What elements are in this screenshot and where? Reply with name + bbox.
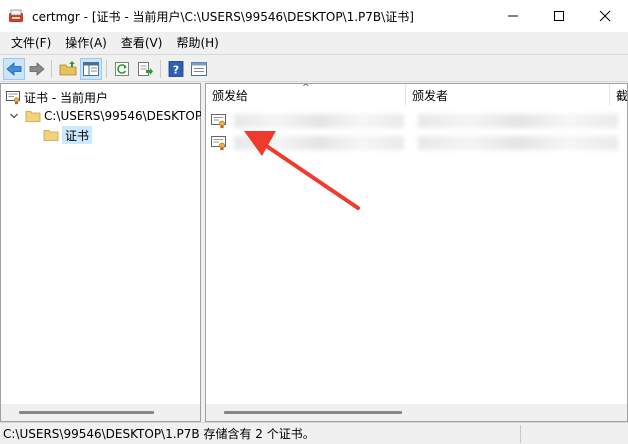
column-header-label: 颁发给 bbox=[212, 88, 249, 103]
properties-icon bbox=[191, 62, 207, 76]
certificate-row[interactable] bbox=[208, 111, 627, 131]
tree-root-item[interactable]: 证书 - 当前用户 bbox=[5, 88, 199, 106]
column-header-label: 截 bbox=[616, 88, 628, 103]
redacted-issued-to bbox=[234, 136, 404, 150]
certificate-row[interactable] bbox=[208, 133, 627, 153]
tree-horizontal-scrollbar[interactable] bbox=[1, 404, 200, 421]
forward-button[interactable] bbox=[26, 58, 48, 80]
certmgr-app-icon[interactable] bbox=[8, 8, 24, 24]
close-button[interactable] bbox=[582, 0, 628, 32]
back-arrow-icon bbox=[6, 62, 22, 76]
redacted-issuer bbox=[418, 114, 618, 128]
certificate-list-pane[interactable]: 颁发给 ^ 颁发者 截 bbox=[205, 83, 628, 422]
title-bar: certmgr - [证书 - 当前用户\C:\USERS\99546\DESK… bbox=[0, 0, 628, 32]
minimize-icon bbox=[508, 15, 518, 17]
forward-arrow-icon bbox=[29, 62, 45, 76]
scrollbar-thumb[interactable] bbox=[224, 411, 402, 414]
close-icon bbox=[599, 10, 611, 22]
menu-view[interactable]: 查看(V) bbox=[114, 32, 170, 54]
redacted-issued-to bbox=[234, 114, 404, 128]
column-header-label: 颁发者 bbox=[412, 88, 449, 103]
export-list-icon bbox=[138, 62, 153, 76]
properties-button[interactable] bbox=[188, 58, 210, 80]
tree-certificates-folder[interactable]: 证书 bbox=[43, 126, 93, 144]
column-header-expiration[interactable]: 截 bbox=[610, 84, 628, 106]
certificate-console-icon bbox=[6, 91, 20, 105]
toolbar-separator bbox=[51, 60, 52, 78]
status-separator bbox=[520, 425, 521, 443]
show-hide-tree-icon bbox=[83, 62, 99, 76]
menu-file[interactable]: 文件(F) bbox=[4, 32, 58, 54]
list-horizontal-scrollbar[interactable] bbox=[206, 404, 627, 421]
tree-store-label: C:\USERS\99546\DESKTOP\1.P7B bbox=[44, 109, 201, 123]
maximize-icon bbox=[554, 11, 564, 21]
export-list-button[interactable] bbox=[134, 58, 156, 80]
tree-root-label: 证书 - 当前用户 bbox=[24, 90, 108, 105]
tree-certificates-label: 证书 bbox=[62, 126, 93, 144]
minimize-button[interactable] bbox=[490, 0, 536, 32]
help-icon: ? bbox=[168, 61, 184, 77]
refresh-icon bbox=[115, 62, 129, 76]
maximize-button[interactable] bbox=[536, 0, 582, 32]
toolbar-separator bbox=[160, 60, 161, 78]
certificate-icon bbox=[211, 136, 226, 151]
status-text: C:\USERS\99546\DESKTOP\1.P7B 存储含有 2 个证书。 bbox=[3, 427, 315, 441]
menu-help[interactable]: 帮助(H) bbox=[169, 32, 225, 54]
column-header-issuer[interactable]: 颁发者 bbox=[406, 84, 610, 106]
back-button[interactable] bbox=[3, 58, 25, 80]
menu-bar: 文件(F) 操作(A) 查看(V) 帮助(H) bbox=[0, 32, 628, 54]
svg-text:?: ? bbox=[173, 64, 179, 77]
menu-action[interactable]: 操作(A) bbox=[58, 32, 114, 54]
chevron-down-icon[interactable] bbox=[9, 111, 19, 121]
folder-icon bbox=[25, 111, 41, 122]
certificate-icon bbox=[211, 114, 226, 129]
window-title: certmgr - [证书 - 当前用户\C:\USERS\99546\DESK… bbox=[32, 10, 414, 24]
sort-ascending-icon: ^ bbox=[302, 83, 310, 93]
up-one-level-button[interactable] bbox=[57, 58, 79, 80]
help-button[interactable]: ? bbox=[165, 58, 187, 80]
scrollbar-thumb[interactable] bbox=[19, 411, 154, 414]
toolbar-separator bbox=[106, 60, 107, 78]
tree-store-item[interactable]: C:\USERS\99546\DESKTOP\1.P7B bbox=[9, 107, 201, 125]
redacted-issuer bbox=[418, 136, 618, 150]
folder-icon bbox=[43, 130, 59, 141]
tree-pane[interactable]: 证书 - 当前用户 C:\USERS\99546\DESKTOP\1.P7B 证… bbox=[0, 83, 201, 422]
show-hide-tree-button[interactable] bbox=[80, 58, 102, 80]
toolbar: ? bbox=[0, 54, 628, 82]
up-folder-icon bbox=[59, 61, 77, 76]
refresh-button[interactable] bbox=[111, 58, 133, 80]
status-bar: C:\USERS\99546\DESKTOP\1.P7B 存储含有 2 个证书。 bbox=[0, 422, 628, 444]
